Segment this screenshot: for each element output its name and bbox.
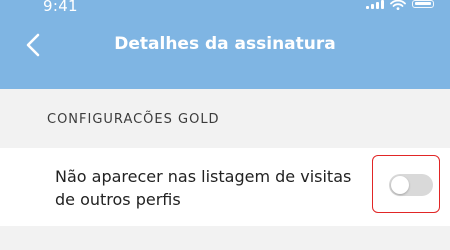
page-title: Detalhes da assinatura [114,34,336,54]
toggle-knob [391,176,409,194]
status-time: 9:41 [43,0,78,15]
battery-icon [412,0,434,8]
hide-visits-toggle[interactable] [389,174,433,196]
setting-row-hide-visits: Não aparecer nas listagem de visitas de … [0,148,450,226]
nav-bar: Detalhes da assinatura [0,20,450,70]
status-bar: 9:41 [0,0,450,20]
section-label: CONFIGURACÕES GOLD [47,112,220,127]
app-header: 9:41 Detalhes da assinatura [0,0,450,89]
setting-label: Não aparecer nas listagem de visitas de … [55,167,352,209]
wifi-icon [390,0,406,10]
status-icons [366,0,434,14]
signal-icon [366,0,384,9]
